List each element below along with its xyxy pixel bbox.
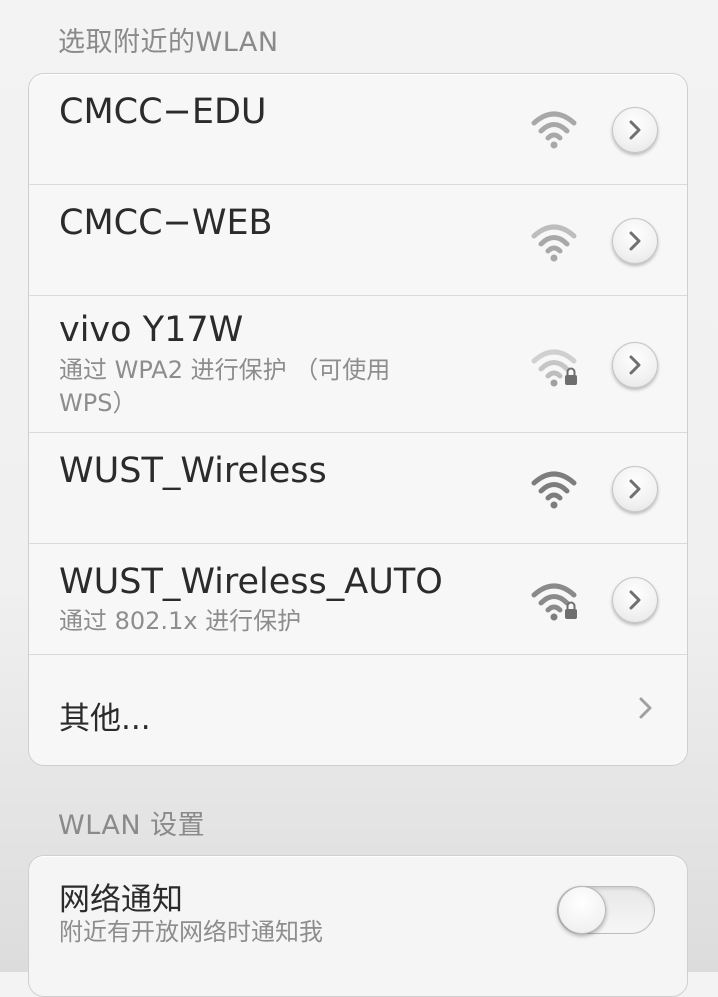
network-ssid: vivo Y17W [59, 310, 244, 350]
wifi-signal-icon [529, 466, 579, 510]
wifi-signal-icon [529, 106, 579, 150]
network-row-wust-wireless[interactable]: WUST_Wireless [29, 433, 687, 544]
network-notify-title: 网络通知 [59, 882, 183, 918]
wlan-settings-section-title: WLAN 设置 [58, 810, 206, 841]
other-network-row[interactable]: 其他... [29, 655, 687, 765]
chevron-right-icon [629, 479, 641, 499]
network-details-button[interactable] [612, 577, 658, 623]
chevron-right-icon [639, 697, 652, 719]
nearby-networks-list: CMCC−EDU CMCC−WEB vivo Y17W 通过 WPA2 进行保护… [28, 73, 688, 766]
wifi-signal-icon [529, 219, 579, 263]
chevron-right-icon [629, 231, 641, 251]
network-ssid: CMCC−WEB [59, 203, 273, 243]
network-row-wust-wireless-auto[interactable]: WUST_Wireless_AUTO 通过 802.1x 进行保护 [29, 544, 687, 655]
network-details-button[interactable] [612, 466, 658, 512]
network-details-button[interactable] [612, 342, 658, 388]
toggle-knob [558, 886, 606, 934]
chevron-right-icon [629, 120, 641, 140]
network-notify-row[interactable]: 网络通知 附近有开放网络时通知我 [29, 856, 687, 966]
network-details-button[interactable] [612, 218, 658, 264]
network-row-cmcc-web[interactable]: CMCC−WEB [29, 185, 687, 296]
wifi-lock-icon [529, 578, 585, 622]
network-security-text: 通过 WPA2 进行保护 （可使用 WPS） [59, 356, 391, 417]
network-ssid: WUST_Wireless_AUTO [59, 562, 443, 602]
network-ssid: WUST_Wireless [59, 451, 327, 491]
network-ssid: CMCC−EDU [59, 92, 267, 132]
wifi-lock-icon [529, 344, 585, 388]
chevron-right-icon [629, 355, 641, 375]
network-row-cmcc-edu[interactable]: CMCC−EDU [29, 74, 687, 185]
network-notify-toggle[interactable] [557, 886, 655, 934]
chevron-right-icon [629, 590, 641, 610]
other-network-label: 其他... [59, 701, 151, 737]
nearby-wlan-section-title: 选取附近的WLAN [58, 27, 279, 58]
network-row-vivo-y17w[interactable]: vivo Y17W 通过 WPA2 进行保护 （可使用 WPS） [29, 296, 687, 433]
network-notify-subtitle: 附近有开放网络时通知我 [59, 918, 323, 946]
network-security-text: 通过 802.1x 进行保护 [59, 607, 302, 635]
wlan-settings-list: 网络通知 附近有开放网络时通知我 [28, 855, 688, 997]
network-details-button[interactable] [612, 107, 658, 153]
